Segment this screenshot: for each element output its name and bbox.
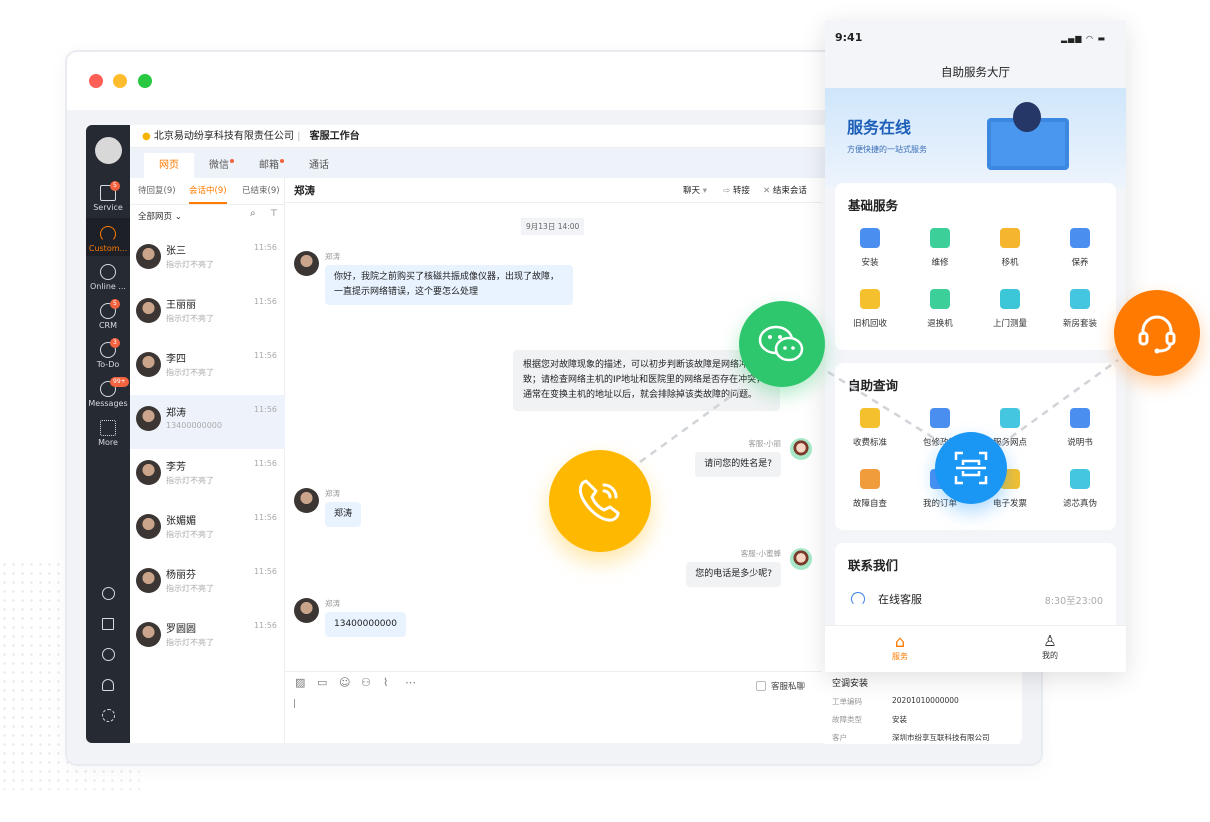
- wechat-icon: [758, 325, 804, 362]
- customer-service-button[interactable]: [1114, 290, 1200, 376]
- scan-icon: [954, 451, 988, 485]
- headset-icon: [1138, 315, 1176, 354]
- connector-line: [639, 386, 743, 464]
- connector-lines: [639, 358, 1119, 464]
- wechat-channel-button[interactable]: [739, 301, 825, 387]
- phone-channel-button[interactable]: [549, 450, 651, 552]
- scan-button[interactable]: [935, 432, 1007, 504]
- connector-line: [999, 358, 1119, 447]
- connector-line: [827, 370, 946, 447]
- phone-call-icon: [578, 479, 620, 522]
